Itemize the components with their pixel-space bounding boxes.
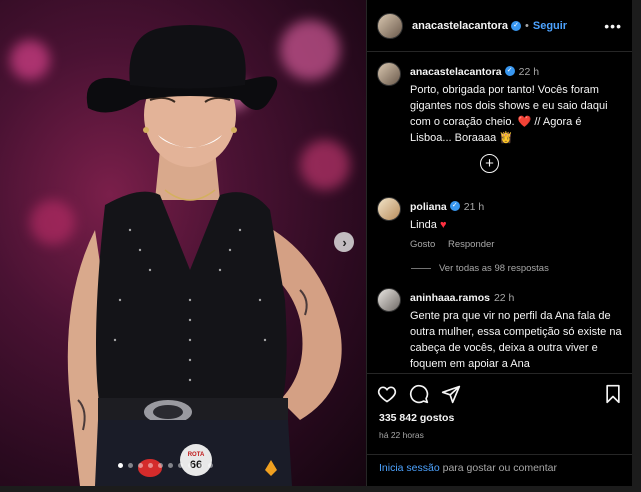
- save-bookmark-icon[interactable]: [603, 384, 623, 404]
- post-header: anacastelacantora ✓ • Seguir •••: [367, 0, 632, 52]
- comment-reply-button[interactable]: Responder: [448, 239, 494, 250]
- patch-sub-text: ROTA: [188, 452, 205, 458]
- caption: anacastelacantora ✓ 22 h Porto, obrigada p…: [367, 62, 633, 146]
- action-icons-row: [377, 384, 623, 404]
- view-replies-label: Ver todas as 98 respostas: [439, 263, 549, 274]
- post-actions: 335 842 gostos há 22 horas Inicia sessão…: [367, 373, 633, 486]
- comment-time[interactable]: 21 h: [464, 201, 484, 213]
- carousel-dot: [178, 463, 183, 468]
- caption-time[interactable]: 22 h: [519, 66, 539, 78]
- comment-avatar[interactable]: [377, 197, 401, 221]
- carousel-indicator: [118, 463, 213, 468]
- like-heart-icon[interactable]: [377, 384, 397, 404]
- likes-count[interactable]: 335 842 gostos: [379, 412, 454, 424]
- carousel-dot: [138, 463, 143, 468]
- carousel-dot: [118, 463, 123, 468]
- caption-avatar[interactable]: [377, 62, 401, 86]
- more-options-icon[interactable]: •••: [604, 18, 622, 34]
- heart-emoji-icon: ♥: [439, 219, 447, 231]
- comment-avatar[interactable]: [377, 288, 401, 312]
- verified-badge-icon: ✓: [511, 20, 521, 31]
- comment-time[interactable]: 22 h: [494, 292, 514, 304]
- singer-illustration: ROTA 66: [67, 25, 342, 486]
- post-side-panel: anacastelacantora ✓ • Seguir ••• anacast…: [366, 0, 633, 486]
- follow-button[interactable]: Seguir: [533, 20, 567, 32]
- header-separator: •: [525, 19, 529, 32]
- comment-username[interactable]: poliana: [410, 201, 447, 213]
- login-prompt-text: para gostar ou comentar: [439, 462, 558, 474]
- comment-text: Linda: [410, 219, 437, 231]
- carousel-dot: [168, 463, 173, 468]
- comment-bubble-icon[interactable]: [409, 384, 429, 404]
- carousel-dot: [208, 463, 213, 468]
- comment-username[interactable]: aninhaaa.ramos: [410, 292, 490, 304]
- caption-text: Porto, obrigada por tanto! Vocês foram g…: [410, 84, 608, 144]
- carousel-dot: [198, 463, 203, 468]
- post-modal: ROTA 66 › anacastelacantora ✓ • Seguir •…: [0, 0, 641, 492]
- comment-item: poliana ✓ 21 h Linda ♥ Gosto Responder: [367, 197, 633, 250]
- comments-list[interactable]: anacastelacantora ✓ 22 h Porto, obrigada p…: [367, 53, 633, 373]
- bottom-edge: [0, 486, 641, 492]
- login-prompt: Inicia sessão para gostar ou comentar: [367, 454, 633, 474]
- chevron-right-icon: ›: [342, 234, 347, 250]
- post-time[interactable]: há 22 horas: [379, 430, 424, 440]
- caption-username[interactable]: anacastelacantora: [410, 66, 502, 78]
- load-more-comments-icon[interactable]: +: [480, 154, 499, 173]
- comment-item: aninhaaa.ramos 22 h Gente pra que vir no …: [367, 288, 633, 372]
- divider-line: [411, 268, 431, 269]
- verified-badge-icon: ✓: [449, 200, 460, 211]
- next-slide-button[interactable]: ›: [334, 232, 354, 252]
- carousel-dot: [128, 463, 133, 468]
- share-send-icon[interactable]: [441, 384, 461, 404]
- comment-like-button[interactable]: Gosto: [410, 239, 435, 250]
- verified-badge-icon: ✓: [504, 65, 515, 76]
- carousel-dot: [158, 463, 163, 468]
- carousel-dot: [148, 463, 153, 468]
- comment-text: Gente pra que vir no perfil da Ana fala …: [410, 310, 622, 370]
- carousel-dot: [188, 463, 193, 468]
- author-username[interactable]: anacastelacantora: [412, 20, 508, 32]
- post-photo[interactable]: ROTA 66 ›: [0, 0, 366, 486]
- login-link[interactable]: Inicia sessão: [379, 462, 440, 474]
- window-scrollbar[interactable]: [632, 0, 641, 486]
- author-avatar[interactable]: [377, 12, 403, 39]
- view-replies-button[interactable]: Ver todas as 98 respostas: [411, 263, 549, 274]
